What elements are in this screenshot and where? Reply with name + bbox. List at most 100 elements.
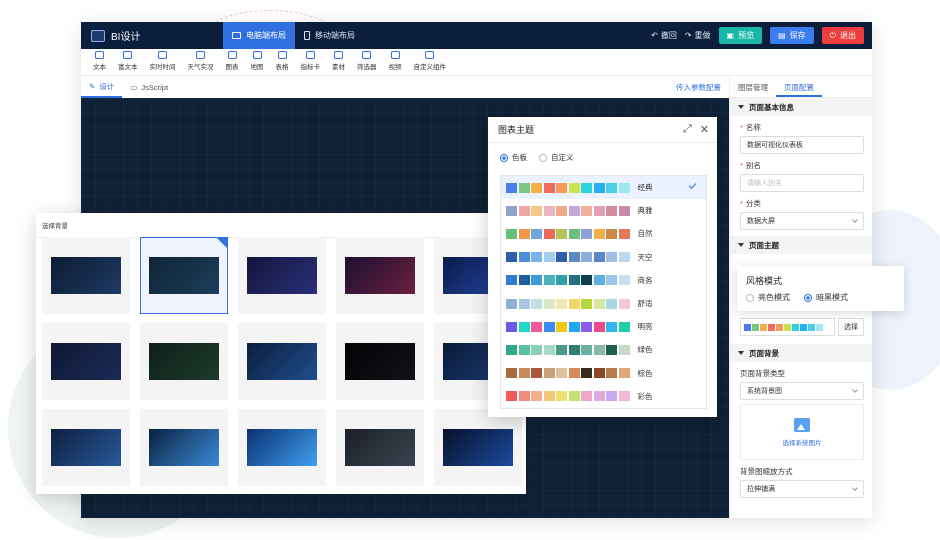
section-page-theme[interactable]: 页面主题 xyxy=(730,236,872,254)
color-swatch xyxy=(593,321,605,332)
close-icon[interactable]: ✕ xyxy=(700,123,709,136)
tab-desktop-layout[interactable]: 电脑端布局 xyxy=(223,22,295,49)
params-config-link[interactable]: 传入参数配置 xyxy=(676,82,721,93)
toolbar-item[interactable]: 富文本 xyxy=(118,51,138,75)
select-system-image[interactable]: 选择系统图片 xyxy=(740,404,864,460)
color-swatch xyxy=(543,252,555,263)
tab-design[interactable]: ✎ 设计 xyxy=(81,76,123,98)
color-swatch xyxy=(556,182,567,193)
background-option[interactable] xyxy=(336,409,424,486)
theme-option[interactable]: 绿色 xyxy=(501,338,706,361)
theme-option[interactable]: 舒适 xyxy=(501,292,706,315)
toolbar-item[interactable]: 图表 xyxy=(226,51,239,75)
background-thumbnail xyxy=(51,257,121,294)
light-mode-radio[interactable]: 亮色模式 xyxy=(746,292,790,303)
toolbar-item[interactable]: 指标卡 xyxy=(301,51,320,75)
toolbar-item-label: 富文本 xyxy=(118,64,138,71)
theme-option[interactable]: 商务 xyxy=(501,269,706,292)
color-swatch xyxy=(556,275,567,286)
color-swatch xyxy=(506,275,517,286)
background-option[interactable] xyxy=(140,409,228,486)
exit-button[interactable]: ⏻ 退出 xyxy=(821,27,864,44)
theme-option[interactable]: 明亮 xyxy=(501,315,706,338)
bg-type-select[interactable]: 系统背景图 xyxy=(740,382,864,400)
color-swatch xyxy=(760,323,767,331)
theme-option[interactable]: 典雅 xyxy=(501,199,706,222)
toolbar-item[interactable]: 文本 xyxy=(93,51,106,75)
background-option[interactable] xyxy=(140,237,228,314)
save-button[interactable]: ▤ 保存 xyxy=(770,27,814,44)
chart-theme-swatches[interactable] xyxy=(740,318,835,336)
toolbar-item[interactable]: 天气实况 xyxy=(188,51,214,75)
color-swatch xyxy=(531,228,542,239)
toolbar-item[interactable]: 视频 xyxy=(389,51,402,75)
chevron-down-icon xyxy=(852,217,858,223)
preview-icon: ▣ xyxy=(726,31,735,40)
background-option[interactable] xyxy=(238,323,326,400)
category-value: 数据大屏 xyxy=(747,218,775,225)
color-swatch xyxy=(543,275,555,286)
background-option[interactable] xyxy=(238,409,326,486)
toolbar-item[interactable]: 素材 xyxy=(332,51,345,75)
preview-button[interactable]: ▣ 预览 xyxy=(718,27,763,44)
chart-theme-select-button[interactable]: 选择 xyxy=(838,318,864,336)
bg-fit-select[interactable]: 拉伸铺满 xyxy=(740,480,864,498)
color-swatch xyxy=(606,391,617,402)
tab-mobile-layout[interactable]: 移动端布局 xyxy=(295,22,364,49)
background-option[interactable] xyxy=(42,237,130,314)
toolbar-item[interactable]: 自定义组件 xyxy=(414,51,446,75)
expand-icon[interactable]: ⤢ xyxy=(683,123,692,136)
color-swatch xyxy=(800,323,807,331)
tab-jsscript[interactable]: ▭ JsScript xyxy=(122,76,176,98)
radio-checked-icon xyxy=(804,293,812,302)
background-thumbnail xyxy=(247,343,317,380)
color-swatch xyxy=(506,344,517,355)
radio-checked-icon xyxy=(500,154,508,163)
theme-swatches xyxy=(506,275,630,286)
color-swatch xyxy=(606,368,617,379)
color-swatch xyxy=(593,391,605,402)
color-swatch xyxy=(518,344,530,355)
background-option[interactable] xyxy=(238,237,326,314)
background-option[interactable] xyxy=(42,409,130,486)
background-option[interactable] xyxy=(336,237,424,314)
background-option[interactable] xyxy=(140,323,228,400)
dark-mode-radio[interactable]: 暗黑模式 xyxy=(804,292,848,303)
toolbar-item[interactable]: 表格 xyxy=(276,51,289,75)
undo-button[interactable]: ↶ 撤回 xyxy=(651,30,677,41)
toolbar-item[interactable]: 筛选器 xyxy=(357,51,377,75)
background-thumbnail xyxy=(247,257,317,294)
name-field[interactable]: 数据可视化仪表板 xyxy=(740,136,864,154)
theme-option[interactable]: 自然 xyxy=(501,222,706,245)
tab-page-config[interactable]: 页面配置 xyxy=(776,76,822,97)
background-option[interactable] xyxy=(336,323,424,400)
color-swatch xyxy=(568,275,580,286)
toolbar-item[interactable]: 地图 xyxy=(251,51,264,75)
theme-option[interactable]: 彩色 xyxy=(501,385,706,408)
section-page-bg[interactable]: 页面背景 xyxy=(730,344,872,362)
alias-field[interactable]: 请输入别名 xyxy=(740,174,864,192)
redo-icon: ↷ xyxy=(684,31,692,40)
color-swatch xyxy=(618,275,630,286)
section-basic-info[interactable]: 页面基本信息 xyxy=(730,98,872,116)
theme-option[interactable]: 棕色 xyxy=(501,362,706,385)
custom-mode-radio[interactable]: 自定义 xyxy=(539,152,574,163)
background-option[interactable] xyxy=(434,409,522,486)
color-swatch xyxy=(618,391,630,402)
color-swatch xyxy=(518,368,530,379)
tab-layers[interactable]: 图层管理 xyxy=(730,76,776,97)
color-swatch xyxy=(606,344,617,355)
color-swatch xyxy=(543,205,555,216)
toolbar-item-label: 筛选器 xyxy=(357,64,377,71)
theme-option[interactable]: 经典 xyxy=(501,176,706,200)
theme-name: 绿色 xyxy=(637,345,653,355)
color-swatch xyxy=(543,391,555,402)
background-option[interactable] xyxy=(42,323,130,400)
category-select[interactable]: 数据大屏 xyxy=(740,212,864,230)
palette-mode-radio[interactable]: 色板 xyxy=(500,152,527,163)
color-swatch xyxy=(581,205,592,216)
theme-option[interactable]: 天空 xyxy=(501,246,706,269)
undo-label: 撤回 xyxy=(660,31,677,40)
toolbar-item[interactable]: 实时时间 xyxy=(150,51,176,75)
redo-button[interactable]: ↷ 重做 xyxy=(685,30,711,41)
